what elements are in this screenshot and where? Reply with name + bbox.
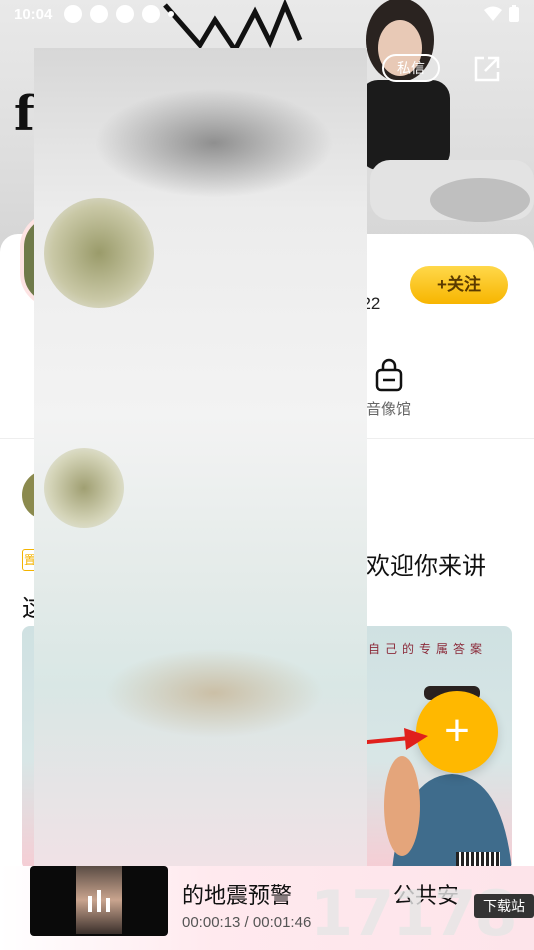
private-message-button[interactable]: 私信 <box>382 54 440 82</box>
blur-shape <box>104 648 324 738</box>
post-image-caption: 自己的专属答案 <box>368 642 488 656</box>
notification-icon <box>90 5 109 23</box>
library-label[interactable]: 音像馆 <box>366 398 411 419</box>
cover-text: f <box>14 86 35 142</box>
wifi-icon <box>484 6 502 21</box>
share-icon[interactable] <box>472 54 502 84</box>
player-time: 00:00:13 / 00:01:46 <box>182 914 312 931</box>
watermark-site: 下载站 <box>474 894 534 918</box>
blurred-overlay <box>34 48 367 866</box>
notification-icon <box>116 5 135 23</box>
blur-shape <box>94 88 334 198</box>
status-right-icons <box>484 5 520 23</box>
notification-icon <box>142 5 161 23</box>
app-screen: f 10:04 私信 +关注 522 音像馆 置 欢迎你来讲 这 自己的专属答案 <box>0 0 534 950</box>
notification-icon <box>64 5 83 23</box>
player-title[interactable]: 的地震预警 <box>182 878 292 910</box>
battery-icon <box>509 5 519 22</box>
site-watermark: 17178 下载站 <box>310 878 534 950</box>
blur-shape <box>44 448 124 528</box>
post-text: 欢迎你来讲 <box>366 553 486 580</box>
blur-shape <box>44 198 154 308</box>
status-bar: 10:04 <box>0 0 534 28</box>
status-time: 10:04 <box>14 5 53 23</box>
notification-dot-icon <box>168 11 175 17</box>
follow-button[interactable]: +关注 <box>410 266 508 304</box>
playing-bars-icon <box>88 890 110 912</box>
lock-bag-icon[interactable] <box>374 358 404 392</box>
